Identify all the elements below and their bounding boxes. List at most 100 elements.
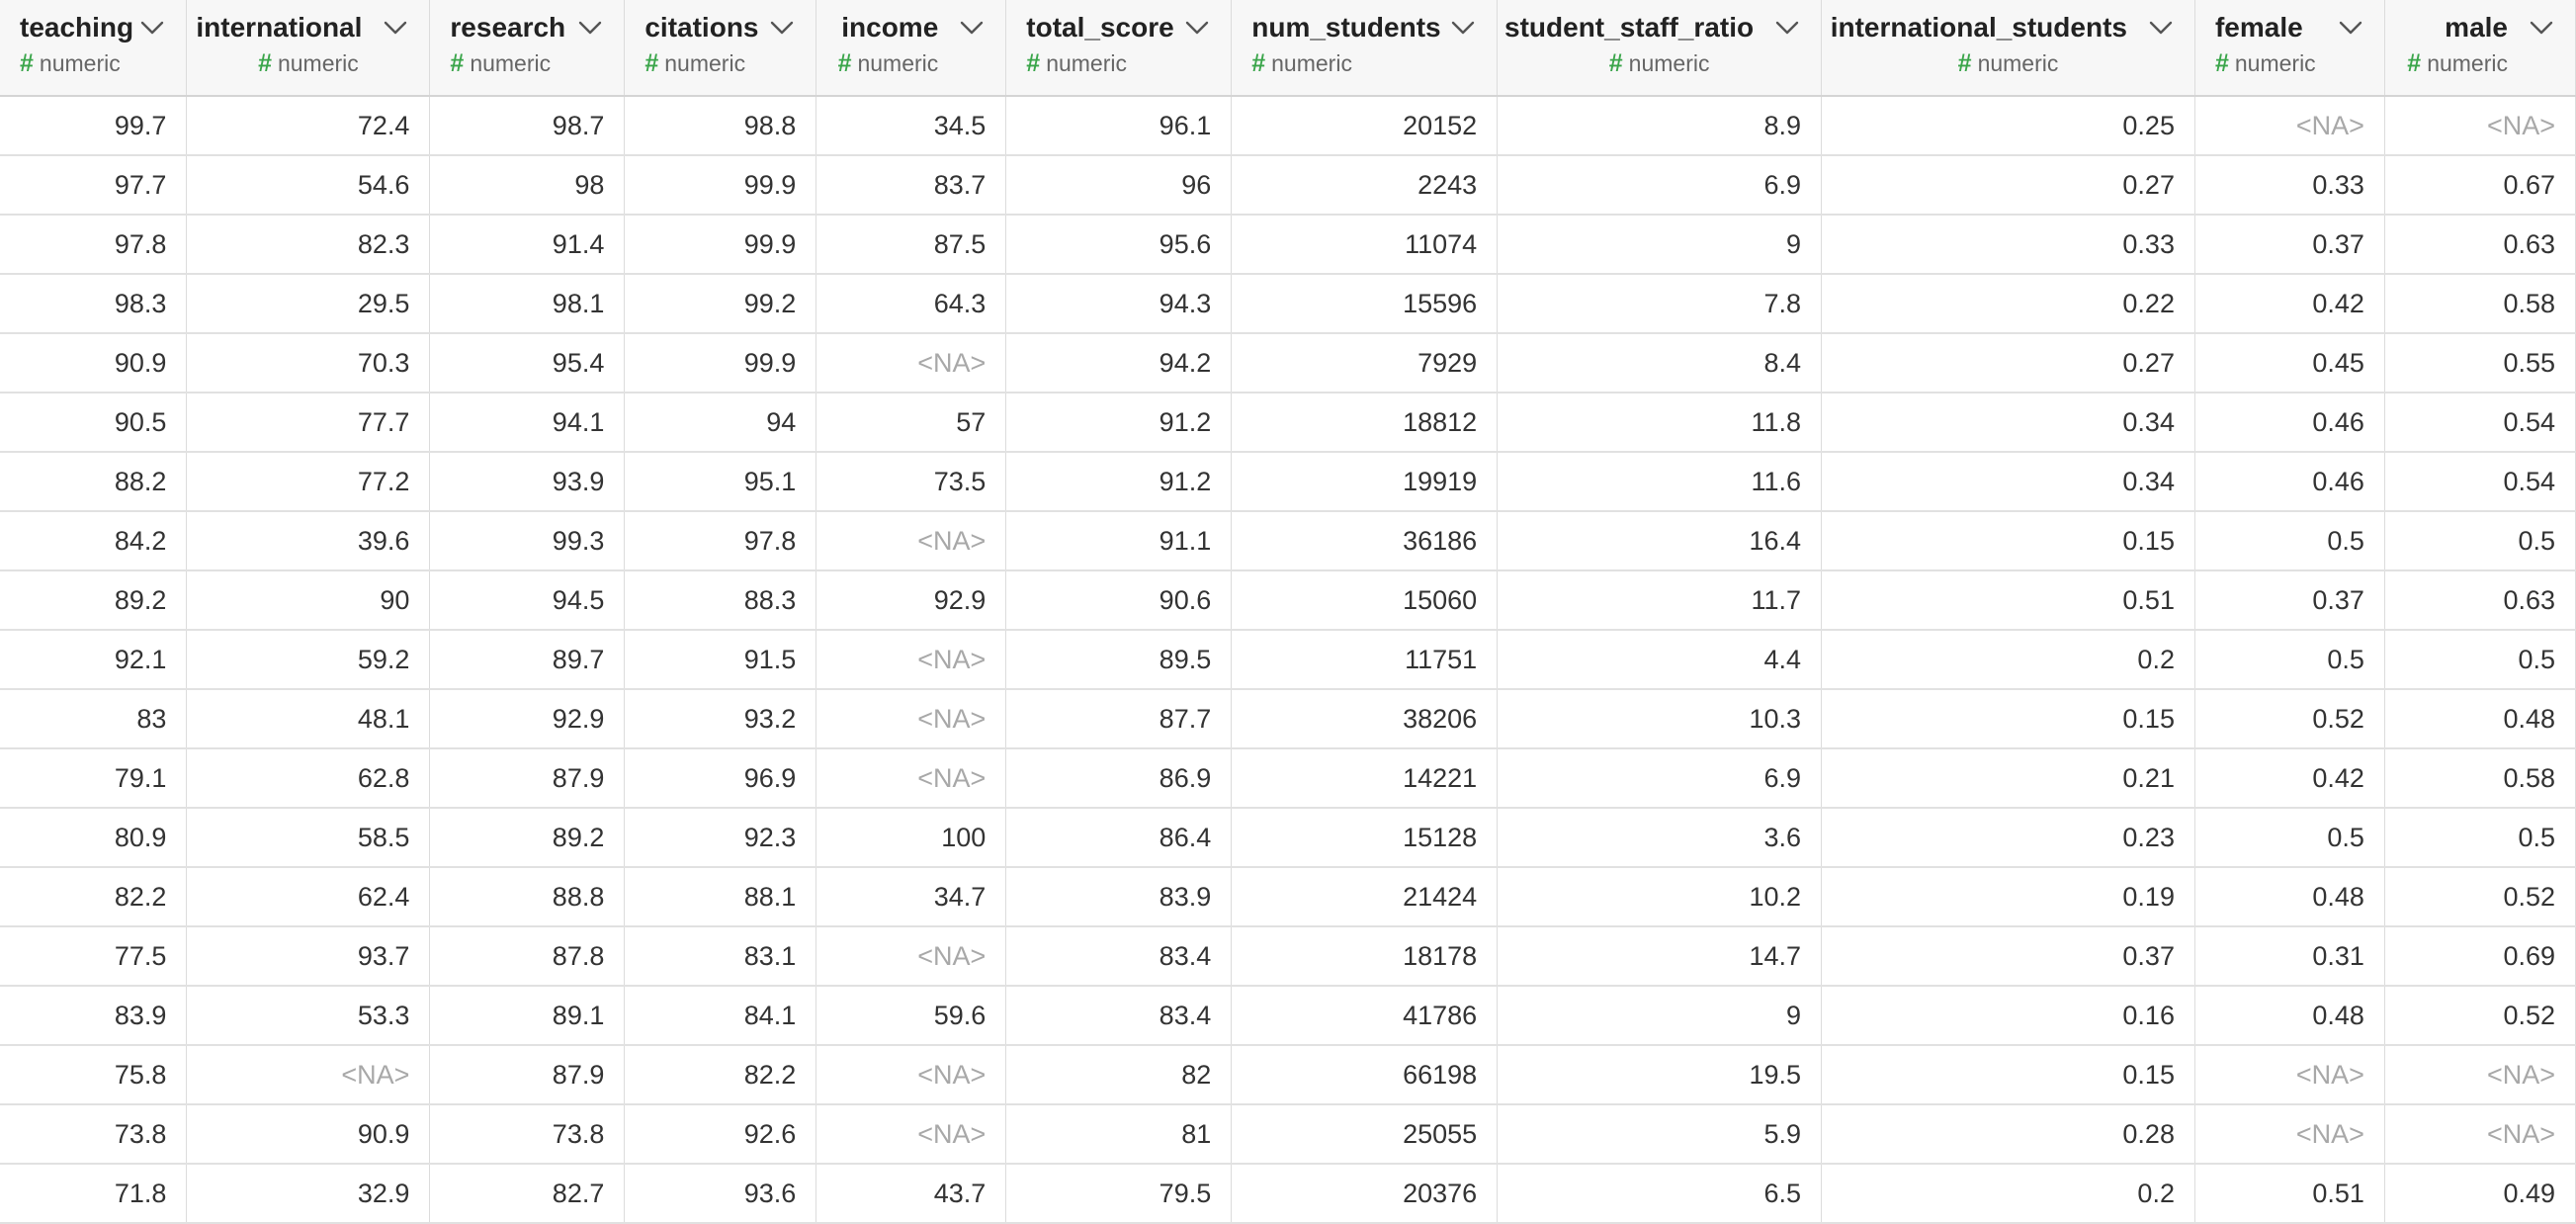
- cell-num-students[interactable]: 2243: [1231, 155, 1499, 216]
- cell-student-staff-ratio[interactable]: 19.5: [1497, 1045, 1823, 1105]
- cell-female[interactable]: 0.46: [2194, 393, 2385, 453]
- cell-female[interactable]: 0.5: [2194, 808, 2385, 868]
- cell-num-students[interactable]: 7929: [1231, 333, 1499, 393]
- cell-international[interactable]: 53.3: [186, 986, 431, 1046]
- cell-income[interactable]: <NA>: [816, 333, 1007, 393]
- cell-income[interactable]: 73.5: [816, 452, 1007, 512]
- table-row[interactable]: 77.5 93.7 87.8 83.1 <NA> 83.4 18178 14.7 0.37 0.3…: [0, 926, 2576, 987]
- cell-female[interactable]: 0.42: [2194, 748, 2385, 809]
- cell-income[interactable]: <NA>: [816, 689, 1007, 749]
- cell-international-students[interactable]: 0.34: [1821, 452, 2195, 512]
- cell-female[interactable]: 0.45: [2194, 333, 2385, 393]
- table-row[interactable]: 75.8 <NA> 87.9 82.2 <NA> 82 66198 19.5 0.15 <NA> <…: [0, 1045, 2576, 1105]
- cell-research[interactable]: 88.8: [429, 867, 626, 927]
- cell-student-staff-ratio[interactable]: 16.4: [1497, 511, 1823, 571]
- chevron-down-icon[interactable]: [1773, 18, 1801, 38]
- cell-total-score[interactable]: 90.6: [1005, 570, 1233, 631]
- cell-total-score[interactable]: 79.5: [1005, 1164, 1233, 1224]
- cell-male[interactable]: 0.67: [2384, 155, 2576, 216]
- cell-student-staff-ratio[interactable]: 11.8: [1497, 393, 1823, 453]
- cell-male[interactable]: 0.58: [2384, 274, 2576, 334]
- cell-income[interactable]: 34.5: [816, 96, 1007, 156]
- cell-international-students[interactable]: 0.16: [1821, 986, 2195, 1046]
- cell-international[interactable]: 72.4: [186, 96, 431, 156]
- chevron-down-icon[interactable]: [2337, 18, 2364, 38]
- cell-international[interactable]: 70.3: [186, 333, 431, 393]
- cell-female[interactable]: 0.46: [2194, 452, 2385, 512]
- cell-research[interactable]: 89.7: [429, 630, 626, 690]
- chevron-down-icon[interactable]: [382, 18, 409, 38]
- cell-num-students[interactable]: 11751: [1231, 630, 1499, 690]
- cell-student-staff-ratio[interactable]: 8.4: [1497, 333, 1823, 393]
- cell-teaching[interactable]: 80.9: [0, 808, 188, 868]
- cell-citations[interactable]: 96.9: [624, 748, 817, 809]
- cell-num-students[interactable]: 21424: [1231, 867, 1499, 927]
- cell-research[interactable]: 87.9: [429, 748, 626, 809]
- cell-teaching[interactable]: 90.9: [0, 333, 188, 393]
- cell-total-score[interactable]: 91.2: [1005, 452, 1233, 512]
- cell-student-staff-ratio[interactable]: 7.8: [1497, 274, 1823, 334]
- cell-international-students[interactable]: 0.51: [1821, 570, 2195, 631]
- cell-international-students[interactable]: 0.37: [1821, 926, 2195, 987]
- column-header-num-students[interactable]: num_students # numeric: [1231, 0, 1499, 97]
- cell-male[interactable]: <NA>: [2384, 1045, 2576, 1105]
- cell-international[interactable]: 48.1: [186, 689, 431, 749]
- cell-female[interactable]: 0.42: [2194, 274, 2385, 334]
- cell-international[interactable]: 58.5: [186, 808, 431, 868]
- cell-female[interactable]: 0.52: [2194, 689, 2385, 749]
- cell-student-staff-ratio[interactable]: 8.9: [1497, 96, 1823, 156]
- cell-male[interactable]: 0.55: [2384, 333, 2576, 393]
- cell-num-students[interactable]: 19919: [1231, 452, 1499, 512]
- cell-student-staff-ratio[interactable]: 14.7: [1497, 926, 1823, 987]
- cell-citations[interactable]: 98.8: [624, 96, 817, 156]
- cell-teaching[interactable]: 99.7: [0, 96, 188, 156]
- cell-num-students[interactable]: 20152: [1231, 96, 1499, 156]
- table-row[interactable]: 90.9 70.3 95.4 99.9 <NA> 94.2 7929 8.4 0.27 0.45 0…: [0, 333, 2576, 393]
- cell-num-students[interactable]: 20376: [1231, 1164, 1499, 1224]
- table-row[interactable]: 71.8 32.9 82.7 93.6 43.7 79.5 20376 6.5 0.2 0.51 0…: [0, 1164, 2576, 1224]
- cell-teaching[interactable]: 88.2: [0, 452, 188, 512]
- cell-total-score[interactable]: 95.6: [1005, 215, 1233, 275]
- cell-income[interactable]: 100: [816, 808, 1007, 868]
- cell-student-staff-ratio[interactable]: 6.9: [1497, 155, 1823, 216]
- cell-teaching[interactable]: 97.7: [0, 155, 188, 216]
- cell-total-score[interactable]: 96.1: [1005, 96, 1233, 156]
- column-header-male[interactable]: male # numeric: [2384, 0, 2576, 97]
- cell-male[interactable]: 0.69: [2384, 926, 2576, 987]
- cell-male[interactable]: 0.63: [2384, 570, 2576, 631]
- table-row[interactable]: 97.7 54.6 98 99.9 83.7 96 2243 6.9 0.27 0.33 0.67: [0, 155, 2576, 216]
- cell-num-students[interactable]: 66198: [1231, 1045, 1499, 1105]
- table-row[interactable]: 79.1 62.8 87.9 96.9 <NA> 86.9 14221 6.9 0.21 0.42…: [0, 748, 2576, 809]
- cell-research[interactable]: 92.9: [429, 689, 626, 749]
- cell-teaching[interactable]: 82.2: [0, 867, 188, 927]
- table-row[interactable]: 83 48.1 92.9 93.2 <NA> 87.7 38206 10.3 0.15 0.52 0…: [0, 689, 2576, 749]
- cell-female[interactable]: 0.5: [2194, 630, 2385, 690]
- table-row[interactable]: 83.9 53.3 89.1 84.1 59.6 83.4 41786 9 0.16 0.48 0.…: [0, 986, 2576, 1046]
- cell-international[interactable]: 62.4: [186, 867, 431, 927]
- cell-international-students[interactable]: 0.27: [1821, 155, 2195, 216]
- cell-citations[interactable]: 88.1: [624, 867, 817, 927]
- cell-research[interactable]: 98.7: [429, 96, 626, 156]
- cell-international-students[interactable]: 0.22: [1821, 274, 2195, 334]
- cell-female[interactable]: 0.51: [2194, 1164, 2385, 1224]
- cell-citations[interactable]: 83.1: [624, 926, 817, 987]
- cell-citations[interactable]: 99.9: [624, 155, 817, 216]
- cell-student-staff-ratio[interactable]: 6.5: [1497, 1164, 1823, 1224]
- column-header-student-staff-ratio[interactable]: student_staff_ratio # numeric: [1497, 0, 1823, 97]
- table-row[interactable]: 88.2 77.2 93.9 95.1 73.5 91.2 19919 11.6 0.34 0.4…: [0, 452, 2576, 512]
- cell-income[interactable]: 64.3: [816, 274, 1007, 334]
- cell-male[interactable]: 0.54: [2384, 393, 2576, 453]
- cell-research[interactable]: 99.3: [429, 511, 626, 571]
- cell-research[interactable]: 98: [429, 155, 626, 216]
- cell-teaching[interactable]: 75.8: [0, 1045, 188, 1105]
- cell-research[interactable]: 89.1: [429, 986, 626, 1046]
- cell-international-students[interactable]: 0.33: [1821, 215, 2195, 275]
- cell-female[interactable]: 0.5: [2194, 511, 2385, 571]
- cell-female[interactable]: 0.31: [2194, 926, 2385, 987]
- cell-citations[interactable]: 88.3: [624, 570, 817, 631]
- cell-income[interactable]: 83.7: [816, 155, 1007, 216]
- cell-male[interactable]: 0.54: [2384, 452, 2576, 512]
- cell-citations[interactable]: 91.5: [624, 630, 817, 690]
- cell-num-students[interactable]: 36186: [1231, 511, 1499, 571]
- cell-research[interactable]: 93.9: [429, 452, 626, 512]
